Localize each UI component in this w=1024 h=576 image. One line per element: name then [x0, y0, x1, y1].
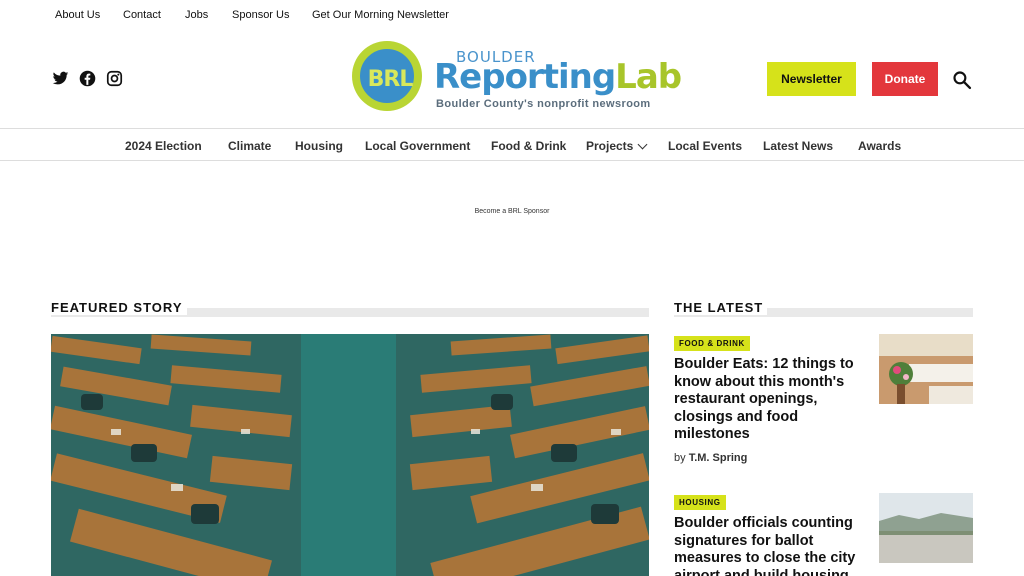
site-header: BRL BOULDER ReportingLab Boulder County'…	[0, 30, 1024, 128]
utility-link-contact[interactable]: Contact	[123, 9, 161, 21]
latest-section-header: THE LATEST	[674, 300, 973, 318]
story-headline[interactable]: Boulder Eats: 12 things to know about th…	[674, 356, 866, 444]
nav-item-awards[interactable]: Awards	[858, 139, 901, 153]
nav-item-local-events[interactable]: Local Events	[668, 139, 742, 153]
logo-wordmark: ReportingLab	[434, 57, 682, 97]
latest-section-title: THE LATEST	[674, 300, 768, 315]
social-links	[52, 70, 123, 87]
nav-item-food-drink[interactable]: Food & Drink	[491, 139, 566, 153]
instagram-icon[interactable]	[106, 70, 123, 87]
logo-badge-text: BRL	[367, 67, 414, 92]
story-category-tag[interactable]: HOUSING	[674, 495, 726, 510]
nav-item-latest-news[interactable]: Latest News	[763, 139, 833, 153]
chamber-photo	[51, 334, 649, 576]
story-thumbnail[interactable]	[879, 334, 973, 404]
logo-word-reporting: Reporting	[434, 57, 616, 97]
nav-item-projects[interactable]: Projects	[586, 139, 648, 153]
utility-link-newsletter[interactable]: Get Our Morning Newsletter	[312, 9, 449, 21]
twitter-icon[interactable]	[52, 70, 69, 87]
story-thumbnail[interactable]	[879, 493, 973, 563]
restaurant-photo	[879, 334, 973, 404]
donate-button[interactable]: Donate	[872, 62, 938, 96]
nav-item-climate[interactable]: Climate	[228, 139, 271, 153]
utility-link-sponsor[interactable]: Sponsor Us	[232, 9, 289, 21]
story-author[interactable]: T.M. Spring	[689, 452, 748, 464]
featured-section-title: FEATURED STORY	[51, 300, 187, 315]
newsletter-button[interactable]: Newsletter	[767, 62, 856, 96]
facebook-icon[interactable]	[79, 70, 96, 87]
story-category-tag[interactable]: FOOD & DRINK	[674, 336, 750, 351]
nav-item-2024-election[interactable]: 2024 Election	[125, 139, 202, 153]
nav-item-local-government[interactable]: Local Government	[365, 139, 470, 153]
logo-tagline: Boulder County's nonprofit newsroom	[436, 98, 651, 110]
site-logo[interactable]: BRL BOULDER ReportingLab Boulder County'…	[352, 41, 682, 115]
utility-nav: About Us Contact Jobs Sponsor Us Get Our…	[0, 0, 1024, 30]
utility-link-jobs[interactable]: Jobs	[185, 9, 208, 21]
nav-item-housing[interactable]: Housing	[295, 139, 343, 153]
featured-story-image[interactable]	[51, 334, 649, 576]
main-nav: 2024 Election Climate Housing Local Gove…	[0, 128, 1024, 161]
story-byline: by T.M. Spring	[674, 452, 974, 464]
sponsor-ad-label[interactable]: Become a BRL Sponsor	[0, 208, 1024, 215]
latest-story-2[interactable]: HOUSING Boulder officials counting signa…	[674, 492, 974, 576]
story-headline[interactable]: Boulder officials counting signatures fo…	[674, 515, 866, 576]
featured-section-header: FEATURED STORY	[51, 300, 649, 318]
nav-item-projects-label: Projects	[586, 139, 634, 153]
utility-link-about[interactable]: About Us	[55, 9, 100, 21]
airport-photo	[879, 493, 973, 563]
byline-prefix: by	[674, 451, 686, 464]
chevron-down-icon	[637, 139, 648, 150]
logo-word-lab: Lab	[615, 57, 682, 97]
latest-story-1[interactable]: FOOD & DRINK Boulder Eats: 12 things to …	[674, 333, 974, 464]
logo-badge: BRL	[352, 41, 422, 111]
search-icon[interactable]	[952, 70, 972, 90]
